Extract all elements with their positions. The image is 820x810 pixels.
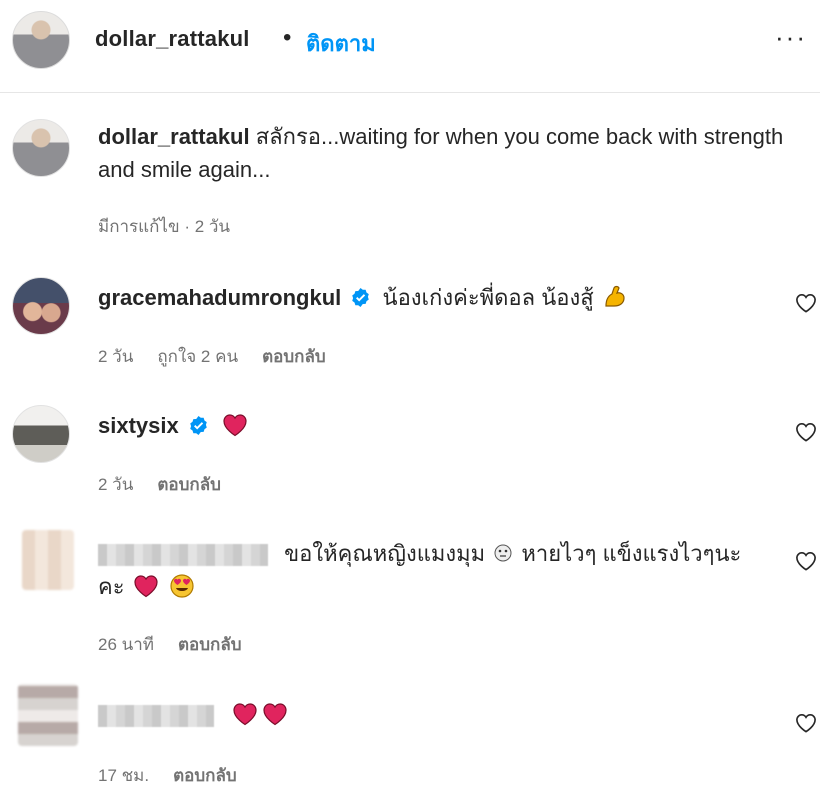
comment-text: ขอให้คุณหญิงแมงมุม [284, 541, 486, 566]
caption-username[interactable]: dollar_rattakul [98, 124, 250, 149]
red-heart-icon [233, 703, 257, 726]
comment-text: น้องเก่งค่ะพี่ดอล น้องสู้ [382, 285, 594, 310]
comment-meta: 17 ชม. ตอบกลับ [98, 762, 261, 789]
comment: sixtysix [98, 409, 778, 442]
author-username[interactable]: dollar_rattakul [95, 26, 250, 52]
comment: gracemahadumrongkul น้องเก่งค่ะพี่ดอล น้… [98, 281, 778, 314]
comment-time[interactable]: 26 นาที [98, 635, 154, 654]
flexed-biceps-icon [605, 286, 625, 307]
heart-eyes-icon [170, 574, 194, 598]
heart-outline-icon[interactable] [795, 551, 817, 571]
comment-username[interactable]: sixtysix [98, 413, 179, 438]
comment-username[interactable]: gracemahadumrongkul [98, 285, 341, 310]
comment-avatar[interactable] [12, 277, 70, 335]
face-emoji-icon [494, 544, 512, 562]
reply-button[interactable]: ตอบกลับ [173, 766, 237, 785]
red-heart-icon [134, 575, 158, 598]
author-avatar[interactable] [12, 11, 70, 69]
red-heart-icon [263, 703, 287, 726]
comment-avatar[interactable] [12, 405, 70, 463]
comment-meta: 2 วัน ตอบกลับ [98, 471, 245, 498]
comment-meta: 26 นาที ตอบกลับ [98, 631, 266, 658]
heart-outline-icon[interactable] [795, 713, 817, 733]
verified-badge-icon [190, 415, 207, 435]
comment-text-cont: หายไวๆ แข็งแรงไวๆนะ [521, 541, 742, 566]
caption-avatar[interactable] [12, 119, 70, 177]
comment-time[interactable]: 2 วัน [98, 347, 133, 366]
follow-button[interactable]: ติดตาม [306, 26, 376, 61]
heart-outline-icon[interactable] [795, 293, 817, 313]
reply-button[interactable]: ตอบกลับ [178, 635, 242, 654]
comment [98, 698, 778, 731]
comment-likes[interactable]: ถูกใจ 2 คน [157, 347, 238, 366]
caption-meta: มีการแก้ไข · 2 วัน [98, 217, 231, 236]
hidden-username[interactable] [98, 705, 214, 728]
comment-avatar[interactable] [18, 684, 78, 746]
caption: dollar_rattakul สลักรอ...waiting for whe… [98, 120, 788, 186]
comment: ขอให้คุณหญิงแมงมุม หายไวๆ แข็งแรงไวๆนะ ค… [98, 537, 778, 603]
hidden-username[interactable] [98, 544, 268, 567]
comment-avatar[interactable] [22, 530, 74, 590]
reply-button[interactable]: ตอบกลับ [262, 347, 326, 366]
comment-text-line2: คะ [98, 574, 125, 599]
comment-meta: 2 วัน ถูกใจ 2 คน ตอบกลับ [98, 343, 350, 370]
reply-button[interactable]: ตอบกลับ [157, 475, 221, 494]
comment-time[interactable]: 2 วัน [98, 475, 133, 494]
more-options-icon[interactable]: ··· [775, 22, 807, 53]
heart-outline-icon[interactable] [795, 422, 817, 442]
post-header: dollar_rattakul • ติดตาม ··· [0, 0, 820, 93]
comment-time[interactable]: 17 ชม. [98, 766, 149, 785]
red-heart-icon [223, 414, 247, 437]
header-separator: • [283, 24, 292, 51]
verified-badge-icon [352, 287, 370, 307]
